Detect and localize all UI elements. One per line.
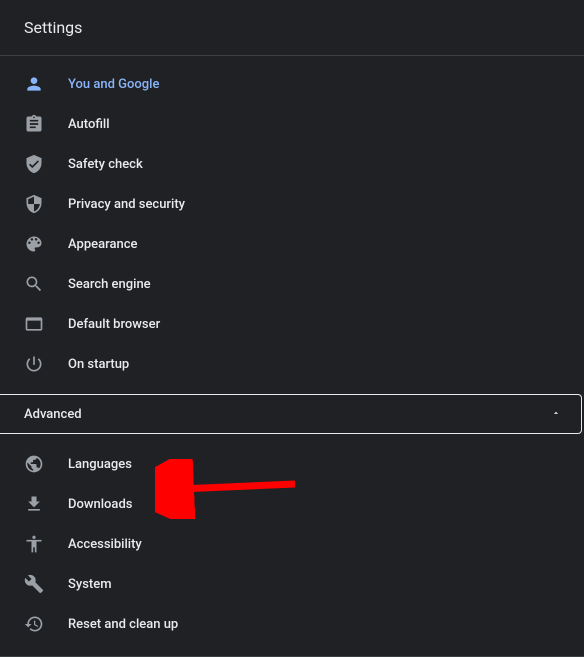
sidebar-item-languages[interactable]: Languages (0, 444, 584, 484)
sidebar-item-search-engine[interactable]: Search engine (0, 264, 584, 304)
sidebar-item-label: Autofill (68, 117, 110, 132)
sidebar-item-reset[interactable]: Reset and clean up (0, 604, 584, 644)
sidebar-item-safety-check[interactable]: Safety check (0, 144, 584, 184)
wrench-icon (24, 574, 44, 594)
restore-icon (24, 614, 44, 634)
sidebar-item-label: Privacy and security (68, 197, 185, 212)
sidebar-item-label: Downloads (68, 497, 132, 512)
advanced-toggle[interactable]: Advanced (0, 394, 582, 434)
power-icon (24, 354, 44, 374)
shield-icon (24, 194, 44, 214)
sidebar-item-label: Languages (68, 457, 132, 472)
main-nav: You and Google Autofill Safety check Pri… (0, 56, 584, 657)
clipboard-icon (24, 114, 44, 134)
person-icon (24, 74, 44, 94)
sidebar-item-label: Appearance (68, 237, 137, 252)
chevron-up-icon (551, 407, 561, 422)
sidebar-item-label: Reset and clean up (68, 617, 178, 632)
globe-icon (24, 454, 44, 474)
sidebar-item-downloads[interactable]: Downloads (0, 484, 584, 524)
shield-check-icon (24, 154, 44, 174)
palette-icon (24, 234, 44, 254)
sidebar-item-label: You and Google (68, 77, 159, 92)
sidebar-item-label: On startup (68, 357, 129, 372)
sidebar-item-label: Safety check (68, 157, 143, 172)
sidebar-item-you-and-google[interactable]: You and Google (0, 64, 584, 104)
sidebar-item-accessibility[interactable]: Accessibility (0, 524, 584, 564)
sidebar-item-label: System (68, 577, 112, 592)
accessibility-icon (24, 534, 44, 554)
sidebar-item-privacy-security[interactable]: Privacy and security (0, 184, 584, 224)
sidebar-item-autofill[interactable]: Autofill (0, 104, 584, 144)
sidebar-item-default-browser[interactable]: Default browser (0, 304, 584, 344)
sidebar-item-label: Default browser (68, 317, 160, 332)
sidebar-item-label: Search engine (68, 277, 151, 292)
page-title: Settings (24, 18, 82, 37)
browser-icon (24, 314, 44, 334)
download-icon (24, 494, 44, 514)
sidebar-item-label: Accessibility (68, 537, 142, 552)
sidebar-item-on-startup[interactable]: On startup (0, 344, 584, 384)
settings-header: Settings (0, 0, 584, 56)
sidebar-item-system[interactable]: System (0, 564, 584, 604)
advanced-label: Advanced (24, 407, 82, 422)
sidebar-item-appearance[interactable]: Appearance (0, 224, 584, 264)
search-icon (24, 274, 44, 294)
